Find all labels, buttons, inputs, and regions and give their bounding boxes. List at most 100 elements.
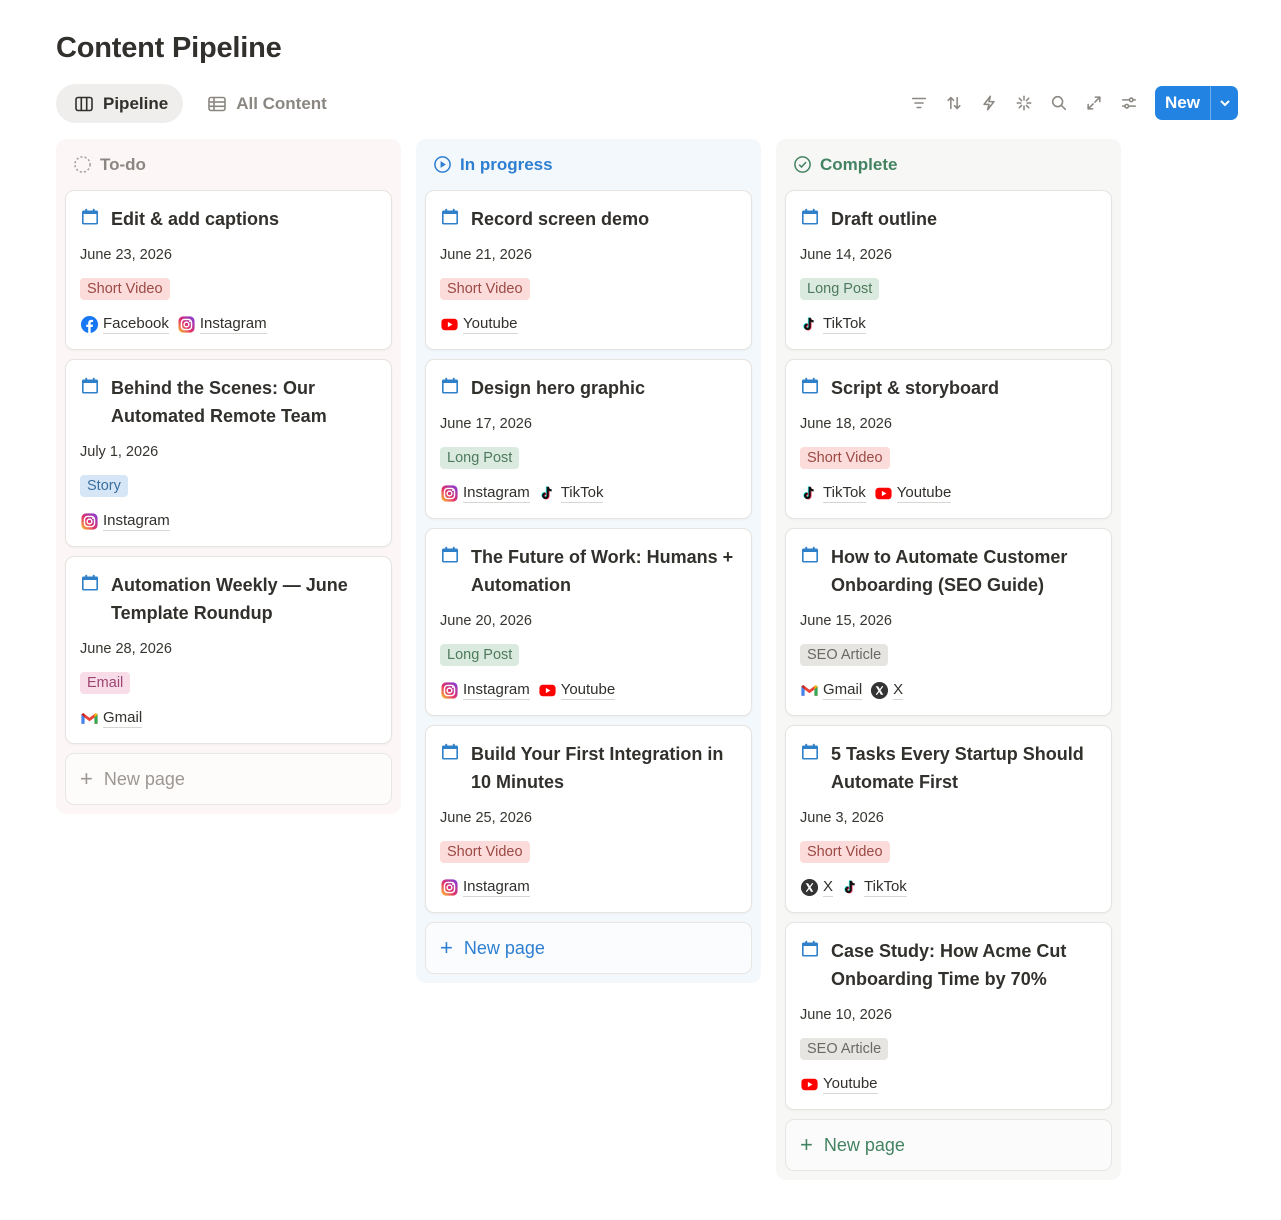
platform-youtube[interactable]: Youtube (538, 681, 616, 700)
card-date: June 21, 2026 (440, 247, 532, 263)
platform-x[interactable]: X (870, 681, 904, 700)
platform-list: Youtube (440, 313, 737, 335)
instagram-icon (441, 484, 458, 502)
content-type-tag: Long Post (800, 278, 880, 300)
column-header-progress[interactable]: In progress (425, 139, 752, 190)
platform-gmail[interactable]: Gmail (80, 709, 143, 728)
platform-label: Instagram (463, 877, 530, 897)
content-card[interactable]: The Future of Work: Humans + Automation J… (425, 528, 752, 716)
instagram-icon (441, 681, 458, 699)
column-header-todo[interactable]: To-do (65, 139, 392, 190)
calendar-icon (82, 208, 98, 225)
settings-icon (1121, 97, 1136, 109)
new-page-label: New page (103, 768, 185, 789)
view-settings-button[interactable] (1111, 86, 1146, 120)
ai-button[interactable] (1006, 86, 1041, 120)
platform-label: Instagram (103, 511, 170, 531)
column-title: To-do (100, 154, 146, 174)
tab-all-content[interactable]: All Content (189, 84, 342, 123)
youtube-icon (801, 1078, 818, 1090)
new-page-button[interactable]: + New page (65, 753, 392, 805)
search-button[interactable] (1041, 86, 1076, 120)
youtube-icon (539, 684, 556, 696)
sort-button[interactable] (936, 86, 971, 120)
tab-pipeline[interactable]: Pipeline (56, 84, 184, 123)
platform-tiktok[interactable]: TikTok (841, 878, 907, 897)
platform-list: Gmail (80, 707, 377, 729)
filter-button[interactable] (901, 86, 936, 120)
calendar-icon (82, 377, 98, 394)
content-card[interactable]: Automation Weekly — June Template Roundu… (65, 556, 392, 744)
column-complete: Complete Draft outline June 14, 2026 Long P… (776, 139, 1121, 1180)
content-card[interactable]: Script & storyboard June 18, 2026 Short Vi… (785, 359, 1112, 519)
content-card[interactable]: Build Your First Integration in 10 Minut… (425, 725, 752, 913)
youtube-icon (441, 318, 458, 330)
content-type-tag: Short Video (440, 841, 530, 863)
calendar-icon (802, 743, 818, 760)
content-card[interactable]: Edit & add captions June 23, 2026 Short Vi… (65, 190, 392, 350)
platform-list: Instagram (80, 510, 377, 532)
content-card[interactable]: Case Study: How Acme Cut Onboarding Time… (785, 922, 1112, 1110)
content-card[interactable]: How to Automate Customer Onboarding (SEO… (785, 528, 1112, 716)
platform-label: Youtube (560, 680, 616, 700)
tiktok-icon (803, 485, 814, 499)
search-icon (1051, 95, 1066, 111)
platform-youtube[interactable]: Youtube (874, 484, 952, 503)
new-button[interactable]: New (1155, 86, 1210, 120)
table-icon (208, 96, 226, 111)
platform-list: X TikTok (800, 876, 1097, 898)
content-card[interactable]: Draft outline June 14, 2026 Long Post TikTo… (785, 190, 1112, 350)
platform-instagram[interactable]: Instagram (80, 512, 170, 531)
x-logo-icon (800, 878, 819, 896)
gmail-icon (81, 712, 98, 724)
platform-gmail[interactable]: Gmail (800, 681, 863, 700)
tab-all-content-label: All Content (236, 93, 327, 113)
platform-x[interactable]: X (800, 877, 834, 897)
card-date: June 17, 2026 (440, 416, 532, 432)
new-page-button[interactable]: + New page (425, 922, 752, 974)
platform-instagram[interactable]: Instagram (440, 878, 530, 897)
platform-label: Youtube (896, 483, 952, 503)
platform-label: X (823, 877, 834, 897)
content-card[interactable]: Behind the Scenes: Our Automated Remote … (65, 359, 392, 547)
platform-youtube[interactable]: Youtube (800, 1075, 878, 1094)
expand-icon (1086, 96, 1101, 110)
content-card[interactable]: 5 Tasks Every Startup Should Automate Fi… (785, 725, 1112, 913)
card-title: Case Study: How Acme Cut Onboarding Time… (831, 941, 1067, 989)
content-type-tag: Short Video (800, 447, 890, 469)
platform-instagram[interactable]: Instagram (177, 315, 267, 334)
card-date: June 25, 2026 (440, 810, 532, 826)
platform-instagram[interactable]: Instagram (440, 681, 530, 700)
chevron-down-icon (1219, 100, 1230, 107)
platform-tiktok[interactable]: TikTok (538, 484, 604, 503)
content-card[interactable]: Design hero graphic June 17, 2026 Long Pos… (425, 359, 752, 519)
expand-button[interactable] (1076, 86, 1111, 120)
column-header-complete[interactable]: Complete (785, 139, 1112, 190)
content-type-tag: Short Video (80, 278, 170, 300)
platform-label: Instagram (463, 680, 530, 700)
content-type-tag: Short Video (800, 841, 890, 863)
content-card[interactable]: Record screen demo June 21, 2026 Short Vid… (425, 190, 752, 350)
instagram-icon (178, 315, 195, 333)
platform-list: Youtube (800, 1073, 1097, 1095)
card-title: 5 Tasks Every Startup Should Automate Fi… (831, 744, 1084, 792)
platform-tiktok[interactable]: TikTok (800, 315, 866, 334)
new-page-label: New page (823, 1134, 905, 1155)
plus-icon: + (440, 935, 453, 960)
facebook-icon (80, 315, 99, 333)
tiktok-icon (844, 879, 855, 893)
platform-instagram[interactable]: Instagram (440, 484, 530, 503)
card-title: Script & storyboard (831, 378, 1000, 398)
platform-facebook[interactable]: Facebook (80, 315, 169, 334)
automation-button[interactable] (971, 86, 1006, 120)
platform-tiktok[interactable]: TikTok (800, 484, 866, 503)
new-dropdown-button[interactable] (1210, 86, 1238, 120)
platform-label: TikTok (864, 877, 907, 897)
content-type-tag: Long Post (440, 644, 520, 666)
platform-youtube[interactable]: Youtube (440, 315, 518, 334)
tab-pipeline-label: Pipeline (103, 93, 169, 113)
platform-list: Instagram (440, 876, 737, 898)
new-page-button[interactable]: + New page (785, 1119, 1112, 1171)
ai-sparkle-icon (1016, 95, 1032, 111)
card-date: June 28, 2026 (80, 641, 172, 657)
